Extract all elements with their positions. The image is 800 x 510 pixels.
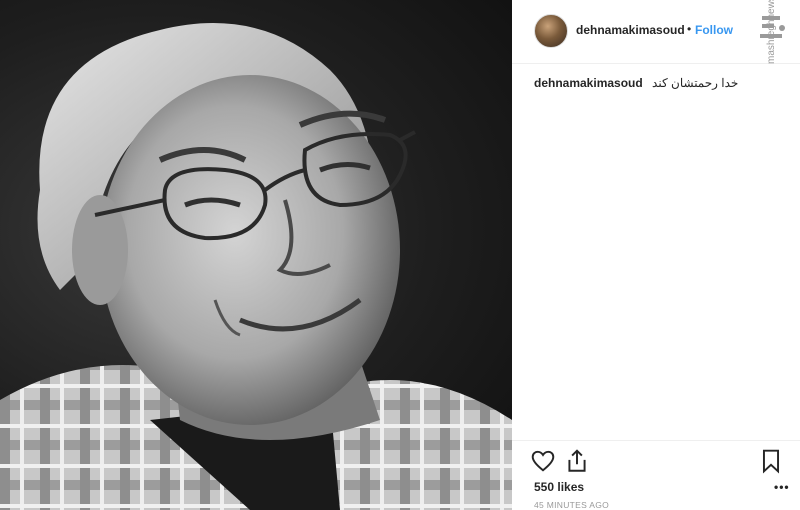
header-username[interactable]: dehnamakimasoud — [576, 23, 685, 37]
more-options-button[interactable]: ••• — [774, 480, 790, 494]
action-bar — [512, 448, 800, 476]
caption-username[interactable]: dehnamakimasoud — [534, 76, 643, 90]
watermark-url: mashreghnews.ir — [766, 0, 777, 64]
likes-count[interactable]: 550 likes — [534, 480, 584, 494]
portrait-image — [0, 23, 512, 510]
follow-button[interactable]: Follow — [695, 23, 733, 37]
avatar[interactable] — [534, 14, 568, 48]
bookmark-icon[interactable] — [758, 448, 784, 474]
post-timestamp[interactable]: 45 MINUTES AGO — [534, 500, 609, 510]
separator-dot: • — [687, 22, 692, 36]
heart-icon[interactable] — [530, 448, 556, 474]
actions-divider — [512, 440, 800, 441]
post-caption: dehnamakimasoud خدا رحمتشان کند — [534, 76, 784, 90]
post-photo[interactable] — [0, 0, 512, 510]
caption-text: خدا رحمتشان کند — [652, 76, 739, 90]
share-icon[interactable] — [564, 448, 590, 474]
